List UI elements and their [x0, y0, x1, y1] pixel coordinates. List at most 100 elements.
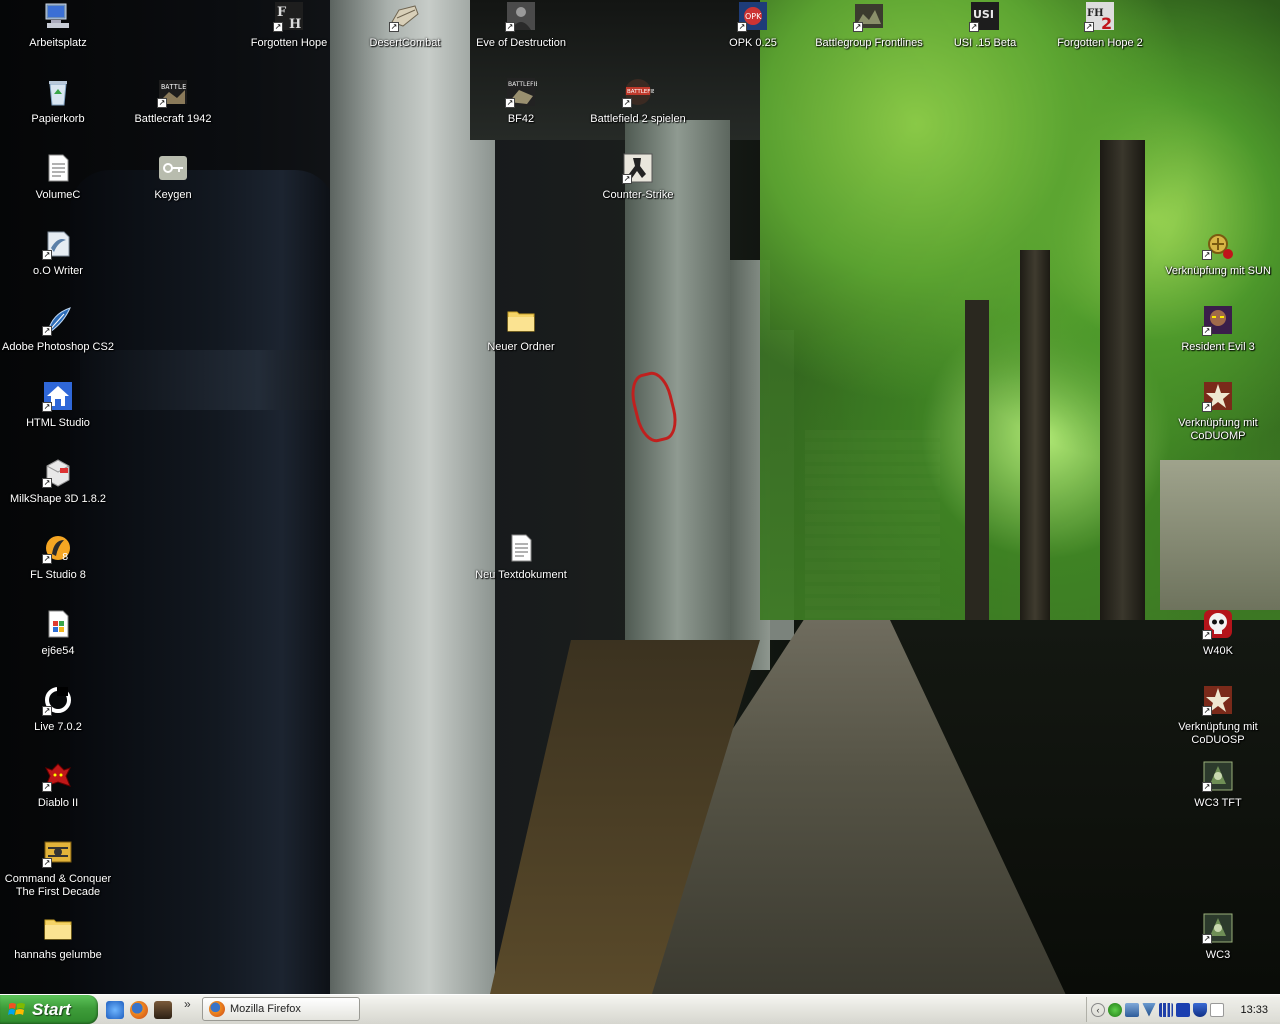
desktop-icon-usi-15-beta[interactable]: USI ↗ USI .15 Beta [927, 0, 1043, 50]
wallpaper-trash-lid [80, 350, 335, 410]
svg-text:OPK: OPK [745, 12, 762, 21]
diablo-icon: ↗ [42, 760, 74, 792]
desktop-icon-command-conquer-the-first-decade[interactable]: ↗ Command & Conquer The First Decade [0, 836, 116, 899]
computer-icon [42, 0, 74, 32]
shortcut-arrow-icon: ↗ [1202, 706, 1212, 716]
shortcut-arrow-icon: ↗ [737, 22, 747, 32]
desktop-icon-w40k[interactable]: ↗ W40K [1160, 608, 1276, 658]
cod-star-icon: ↗ [1202, 380, 1234, 412]
warcraft3-icon: ↗ [1202, 760, 1234, 792]
shortcut-arrow-icon: ↗ [1202, 326, 1212, 336]
antivirus-icon[interactable] [1142, 1002, 1156, 1017]
network-icon[interactable] [1125, 1002, 1139, 1017]
desktop-icon-papierkorb[interactable]: Papierkorb [0, 76, 116, 126]
desktop-icon-desertcombat[interactable]: ↗ DesertCombat [347, 0, 463, 50]
desktop[interactable]: Arbeitsplatz Papierkorb VolumeC ↗ o.O Writer… [0, 0, 1280, 994]
desktop-icon-forgotten-hope-2[interactable]: FH 2 ↗ Forgotten Hope 2 [1042, 0, 1158, 50]
ableton-live-icon: ↗ [42, 684, 74, 716]
document-icon [42, 608, 74, 640]
game-icon[interactable] [154, 1001, 172, 1019]
desktop-icon-battlefield-2-spielen[interactable]: BATTLEFIELD ↗ Battlefield 2 spielen [580, 76, 696, 126]
battlefield2-icon: BATTLEFIELD ↗ [622, 76, 654, 108]
desktop-icon-hannahs-gelumbe[interactable]: hannahs gelumbe [0, 912, 116, 962]
shortcut-arrow-icon: ↗ [853, 22, 863, 32]
desktop-icon-neu-textdokument[interactable]: Neu Textdokument [463, 532, 579, 582]
desktop-icon-arbeitsplatz[interactable]: Arbeitsplatz [0, 0, 116, 50]
forgotten-hope-2-icon: FH 2 ↗ [1084, 0, 1116, 32]
shortcut-arrow-icon: ↗ [42, 250, 52, 260]
desktop-icon-verkn-pfung-mit-sun[interactable]: ↗ Verknüpfung mit SUN [1160, 228, 1276, 278]
desktop-icon-resident-evil-3[interactable]: ↗ Resident Evil 3 [1160, 304, 1276, 354]
wallpaper-pillar-left [330, 0, 495, 994]
system-tray: ‹ 13:33 [1086, 997, 1280, 1022]
blank-icon[interactable] [1210, 1002, 1224, 1017]
clover-icon[interactable] [1108, 1002, 1122, 1017]
desktop-icon-battlegroup-frontlines[interactable]: ↗ Battlegroup Frontlines [811, 0, 927, 50]
shortcut-arrow-icon: ↗ [42, 706, 52, 716]
desktop-icon-verkn-pfung-mit-coduomp[interactable]: ↗ Verknüpfung mit CoDUOMP [1160, 380, 1276, 443]
key-icon [157, 152, 189, 184]
firefox-icon [209, 1001, 225, 1017]
text-document-icon [42, 152, 74, 184]
svg-text:H: H [289, 17, 301, 32]
desktop-icon-fl-studio-8[interactable]: 8 ↗ FL Studio 8 [0, 532, 116, 582]
desktop-icon-html-studio[interactable]: ↗ HTML Studio [0, 380, 116, 430]
desktop-icon-keygen[interactable]: Keygen [115, 152, 231, 202]
desktop-icon-eve-of-destruction[interactable]: ↗ Eve of Destruction [463, 0, 579, 50]
desktop-icon-label: Battlecraft 1942 [134, 113, 212, 125]
shortcut-arrow-icon: ↗ [969, 22, 979, 32]
desktop-icon-counter-strike[interactable]: ↗ Counter-Strike [580, 152, 696, 202]
svg-text:2: 2 [1101, 14, 1112, 32]
desktop-icon-bf42[interactable]: BATTLEFIELD ↗ BF42 [463, 76, 579, 126]
fl-studio-icon: 8 ↗ [42, 532, 74, 564]
desktop-icon-label: WC3 [1205, 949, 1231, 961]
desktop-icon-label: Neuer Ordner [487, 341, 555, 353]
windows-flag-icon [8, 1002, 25, 1015]
desktop-icon-label: ej6e54 [41, 645, 75, 657]
desktop-icon-wc3[interactable]: ↗ WC3 [1160, 912, 1276, 962]
desktop-icon-label: hannahs gelumbe [14, 949, 102, 961]
forgotten-hope-icon: F H ↗ [273, 0, 305, 32]
desktop-icon-label: HTML Studio [26, 417, 90, 429]
internet-explorer-icon[interactable] [106, 1001, 124, 1019]
desktop-icon-label: Keygen [154, 189, 192, 201]
start-button[interactable]: Start [0, 995, 98, 1024]
desktop-icon-verkn-pfung-mit-coduosp[interactable]: ↗ Verknüpfung mit CoDUOSP [1160, 684, 1276, 747]
desktop-icon-milkshape-3d-1-8-2[interactable]: ↗ MilkShape 3D 1.8.2 [0, 456, 116, 506]
quick-launch-chevron[interactable]: » [184, 997, 191, 1011]
desktop-icon-opk-0-25[interactable]: OPK ↗ OPK 0.25 [695, 0, 811, 50]
folder-icon [42, 912, 74, 944]
desktop-icon-label: W40K [1203, 645, 1233, 657]
desktop-icon-neuer-ordner[interactable]: Neuer Ordner [463, 304, 579, 354]
taskbar-item-firefox[interactable]: Mozilla Firefox [202, 997, 360, 1021]
desktop-icon-forgotten-hope[interactable]: F H ↗ Forgotten Hope [231, 0, 347, 50]
media-icon[interactable] [1176, 1002, 1190, 1017]
cod-star-icon: ↗ [1202, 684, 1234, 716]
taskbar: Start » Mozilla Firefox ‹ 13:33 [0, 994, 1280, 1024]
desktop-icon-live-7-0-2[interactable]: ↗ Live 7.0.2 [0, 684, 116, 734]
warcraft3-icon: ↗ [1202, 912, 1234, 944]
desktop-icon-label: Battlefield 2 spielen [590, 113, 686, 125]
signal-icon[interactable] [1159, 1002, 1173, 1017]
tray-expand-button[interactable]: ‹ [1091, 1002, 1105, 1017]
desktop-icon-o-o-writer[interactable]: ↗ o.O Writer [0, 228, 116, 278]
desktop-icon-wc3-tft[interactable]: ↗ WC3 TFT [1160, 760, 1276, 810]
desktop-icon-label: Diablo II [37, 797, 79, 809]
text-document-icon [505, 532, 537, 564]
desktop-icon-battlecraft-1942[interactable]: BATTLE ↗ Battlecraft 1942 [115, 76, 231, 126]
shortcut-arrow-icon: ↗ [42, 402, 52, 412]
desktop-icon-label: Battlegroup Frontlines [815, 37, 923, 49]
desktop-icon-label: Counter-Strike [602, 189, 674, 201]
desktop-icon-diablo-ii[interactable]: ↗ Diablo II [0, 760, 116, 810]
desktop-icon-label: Verknüpfung mit CoDUOSP [1178, 721, 1258, 746]
desktop-icon-volumec[interactable]: VolumeC [0, 152, 116, 202]
writer-icon: ↗ [42, 228, 74, 260]
desktop-icon-adobe-photoshop-cs2[interactable]: ↗ Adobe Photoshop CS2 [0, 304, 116, 354]
shortcut-arrow-icon: ↗ [42, 554, 52, 564]
shortcut-arrow-icon: ↗ [42, 326, 52, 336]
desktop-icon-label: Forgotten Hope [250, 37, 328, 49]
desktop-icon-ej6e54[interactable]: ej6e54 [0, 608, 116, 658]
wallpaper-tree-trunk [1100, 140, 1145, 670]
shield-icon[interactable] [1193, 1002, 1207, 1017]
firefox-icon[interactable] [130, 1001, 148, 1019]
